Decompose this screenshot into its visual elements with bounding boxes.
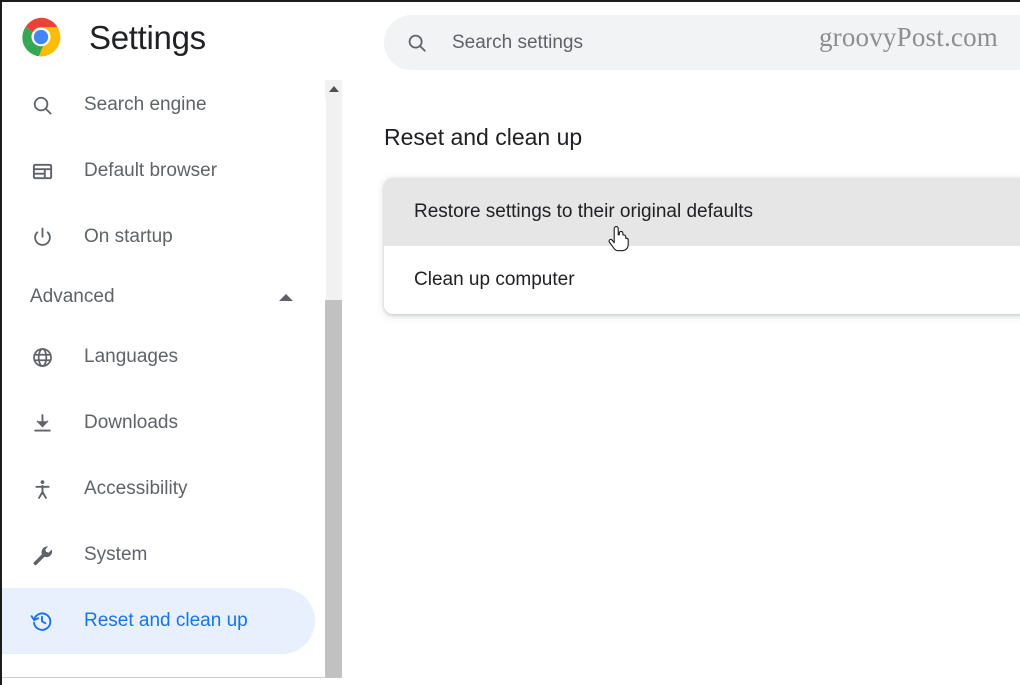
brand-header: Settings [2,2,322,72]
reset-options-card: Restore settings to their original defau… [384,178,1020,314]
sidebar-item-label: Accessibility [84,478,188,499]
settings-sidebar: Settings Search engine Default browser O… [2,2,340,678]
power-icon [30,225,54,249]
row-label: Clean up computer [414,269,575,290]
search-settings-bar[interactable] [384,15,1020,70]
sidebar-item-reset-and-clean-up[interactable]: Reset and clean up [2,588,315,654]
accessibility-icon [30,477,54,501]
sidebar-item-label: Reset and clean up [84,610,248,631]
search-input[interactable] [452,31,832,54]
section-title-reset-and-clean-up: Reset and clean up [384,124,583,150]
sidebar-item-system[interactable]: System [2,522,325,588]
page-title-settings: Settings [89,18,206,56]
chrome-logo-icon [21,17,61,57]
wrench-icon [30,543,54,567]
search-icon [408,34,426,52]
sidebar-item-accessibility[interactable]: Accessibility [2,456,325,522]
sidebar-scrollbar-top-gap [325,2,342,80]
sidebar-item-on-startup[interactable]: On startup [2,204,325,270]
download-icon [30,411,54,435]
sidebar-section-label: Advanced [30,286,115,307]
sidebar-scrollbar-thumb[interactable] [325,300,342,678]
row-label: Restore settings to their original defau… [414,201,754,222]
sidebar-item-label: Default browser [84,160,218,181]
chevron-up-icon [279,293,293,301]
scroll-up-arrow-icon[interactable] [325,80,342,98]
row-restore-settings-to-defaults[interactable]: Restore settings to their original defau… [384,178,1020,246]
sidebar-item-label: Downloads [84,412,178,433]
sidebar-item-search-engine[interactable]: Search engine [2,72,325,138]
sidebar-item-downloads[interactable]: Downloads [2,390,325,456]
sidebar-item-languages[interactable]: Languages [2,324,325,390]
sidebar-item-label: On startup [84,226,173,247]
sidebar-nav-list: Search engine Default browser On startup… [2,72,325,654]
globe-icon [30,345,54,369]
chrome-settings-window: Settings Search engine Default browser O… [0,0,1020,685]
history-restore-icon [30,609,54,633]
default-browser-icon [30,159,54,183]
search-icon [30,93,54,117]
wrench-shape [33,545,52,565]
row-clean-up-computer[interactable]: Clean up computer [384,246,1020,314]
sidebar-section-advanced[interactable]: Advanced [2,270,325,324]
sidebar-item-label: Languages [84,346,179,367]
sidebar-item-default-browser[interactable]: Default browser [2,138,325,204]
sidebar-item-label: Search engine [84,94,207,115]
settings-main-content: groovyPost.com Reset and clean up Restor… [342,2,1020,685]
sidebar-item-label: System [84,544,148,565]
